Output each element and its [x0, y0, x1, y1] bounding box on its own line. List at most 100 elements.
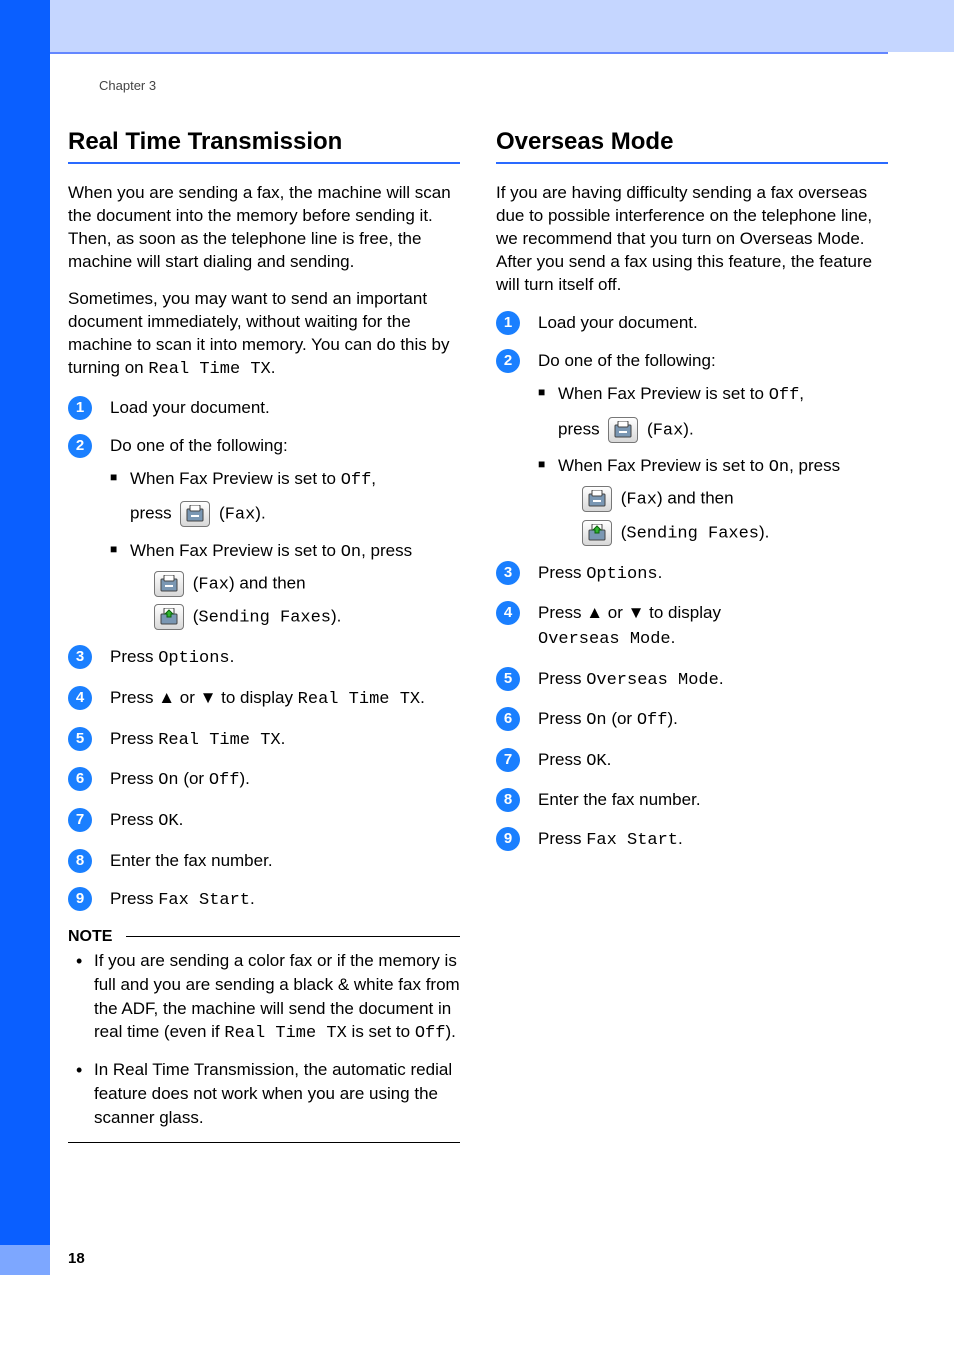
- mono-text: Real Time TX: [224, 1024, 346, 1043]
- list-item: When Fax Preview is set to Off,press (Fa…: [558, 382, 888, 444]
- text: , press: [789, 456, 840, 475]
- step-number: 9: [68, 887, 92, 911]
- fax-icon: [608, 417, 638, 443]
- step-text: Press: [110, 647, 158, 666]
- step-text: Press: [538, 669, 586, 688]
- text: (: [642, 419, 652, 438]
- header-rule: [50, 52, 888, 54]
- mono-text: Sending Faxes: [626, 524, 759, 543]
- text: ).: [683, 419, 693, 438]
- sending-faxes-icon: [154, 604, 184, 630]
- text: (: [214, 504, 224, 523]
- text: ) and then: [229, 574, 306, 593]
- step-text: .: [179, 810, 184, 829]
- icon-line: (Sending Faxes).: [578, 520, 888, 547]
- step-text: Press: [110, 889, 158, 908]
- step-number: 5: [68, 727, 92, 751]
- mono-text: Off: [209, 771, 240, 790]
- left-column: Real Time Transmission When you are send…: [68, 128, 460, 1143]
- step-text: to display: [216, 688, 297, 707]
- text: When Fax Preview is set to: [130, 541, 341, 560]
- step-text: Do one of the following:: [538, 351, 716, 370]
- step-text: Press: [538, 750, 586, 769]
- page: Chapter 3 Real Time Transmission When yo…: [0, 0, 954, 1350]
- note-item: In Real Time Transmission, the automatic…: [76, 1058, 460, 1129]
- section-rule: [68, 162, 460, 164]
- step-number: 9: [496, 827, 520, 851]
- text: ,: [371, 469, 376, 488]
- chapter-label: Chapter 3: [99, 78, 156, 93]
- mono-text: Overseas Mode: [538, 630, 671, 649]
- section-rule: [496, 162, 888, 164]
- step-item: 6Press On (or Off).: [68, 767, 460, 794]
- text: ,: [799, 384, 804, 403]
- mono-text: On: [769, 458, 789, 477]
- step-text: .: [230, 647, 235, 666]
- overseas-para: If you are having difficulty sending a f…: [496, 182, 888, 297]
- section-heading-rtt: Real Time Transmission: [68, 128, 460, 156]
- side-accent-bar: [0, 0, 50, 1245]
- mono-text: Fax Start: [586, 831, 678, 850]
- note-label: NOTE: [68, 928, 122, 946]
- text: , press: [361, 541, 412, 560]
- sub-bullets: When Fax Preview is set to Off,press (Fa…: [538, 382, 888, 547]
- step-number: 2: [68, 434, 92, 458]
- step-text: (or: [607, 709, 637, 728]
- step-item: 3Press Options.: [68, 645, 460, 672]
- step-item: 7Press OK.: [68, 808, 460, 835]
- overseas-steps: 1Load your document. 2 Do one of the follo…: [496, 311, 888, 854]
- text: In Real Time Transmission, the automatic…: [94, 1060, 452, 1127]
- text: (: [188, 574, 198, 593]
- step-text: Enter the fax number.: [538, 790, 701, 809]
- mono-text: Fax: [198, 576, 229, 595]
- mono-text: Real Time TX: [158, 731, 280, 750]
- fax-icon: [582, 486, 612, 512]
- step-number: 2: [496, 349, 520, 373]
- step-item: 5Press Overseas Mode.: [496, 667, 888, 694]
- mono-text: Overseas Mode: [586, 671, 719, 690]
- step-number: 6: [496, 707, 520, 731]
- mono-text: Real Time TX: [148, 360, 270, 379]
- list-item: When Fax Preview is set to Off,press (Fa…: [130, 467, 460, 529]
- step-number: 8: [496, 788, 520, 812]
- step-number: 7: [496, 748, 520, 772]
- step-text: Load your document.: [110, 398, 270, 417]
- mono-text: On: [341, 543, 361, 562]
- mono-text: On: [158, 771, 178, 790]
- step-number: 4: [68, 686, 92, 710]
- text: press: [558, 419, 604, 438]
- step-text: .: [671, 628, 676, 647]
- fax-icon: [154, 571, 184, 597]
- step-text: Press: [110, 810, 158, 829]
- mono-text: Off: [415, 1024, 446, 1043]
- note-list: If you are sending a color fax or if the…: [76, 949, 460, 1130]
- fax-icon: [180, 501, 210, 527]
- step-item: 7Press OK.: [496, 748, 888, 775]
- mono-text: On: [586, 711, 606, 730]
- step-text: Press: [110, 688, 158, 707]
- text: ).: [759, 522, 769, 541]
- text: (: [616, 489, 626, 508]
- step-item: 4Press ▲ or ▼ to display Real Time TX.: [68, 686, 460, 713]
- step-text: Press: [538, 563, 586, 582]
- text: is set to: [347, 1022, 415, 1041]
- mono-text: Fax: [653, 421, 684, 440]
- step-item: 2Do one of the following:When Fax Previe…: [68, 434, 460, 631]
- step-text: or: [175, 688, 200, 707]
- step-number: 3: [496, 561, 520, 585]
- mono-text: Off: [341, 471, 372, 490]
- note-block: NOTE If you are sending a color fax or i…: [68, 928, 460, 1143]
- rtt-steps: 1Load your document.2Do one of the follo…: [68, 396, 460, 914]
- step-text: Load your document.: [538, 313, 698, 332]
- down-arrow-icon: ▼: [200, 688, 217, 707]
- step-text: Press: [538, 709, 586, 728]
- text: ) and then: [657, 489, 734, 508]
- step-number: 7: [68, 808, 92, 832]
- mono-text: Real Time TX: [298, 690, 420, 709]
- step-item: 1Load your document.: [496, 311, 888, 336]
- step-item: 8Enter the fax number.: [68, 849, 460, 874]
- up-arrow-icon: ▲: [158, 688, 175, 707]
- step-number: 3: [68, 645, 92, 669]
- step-text: Press: [110, 729, 158, 748]
- step-text: .: [678, 829, 683, 848]
